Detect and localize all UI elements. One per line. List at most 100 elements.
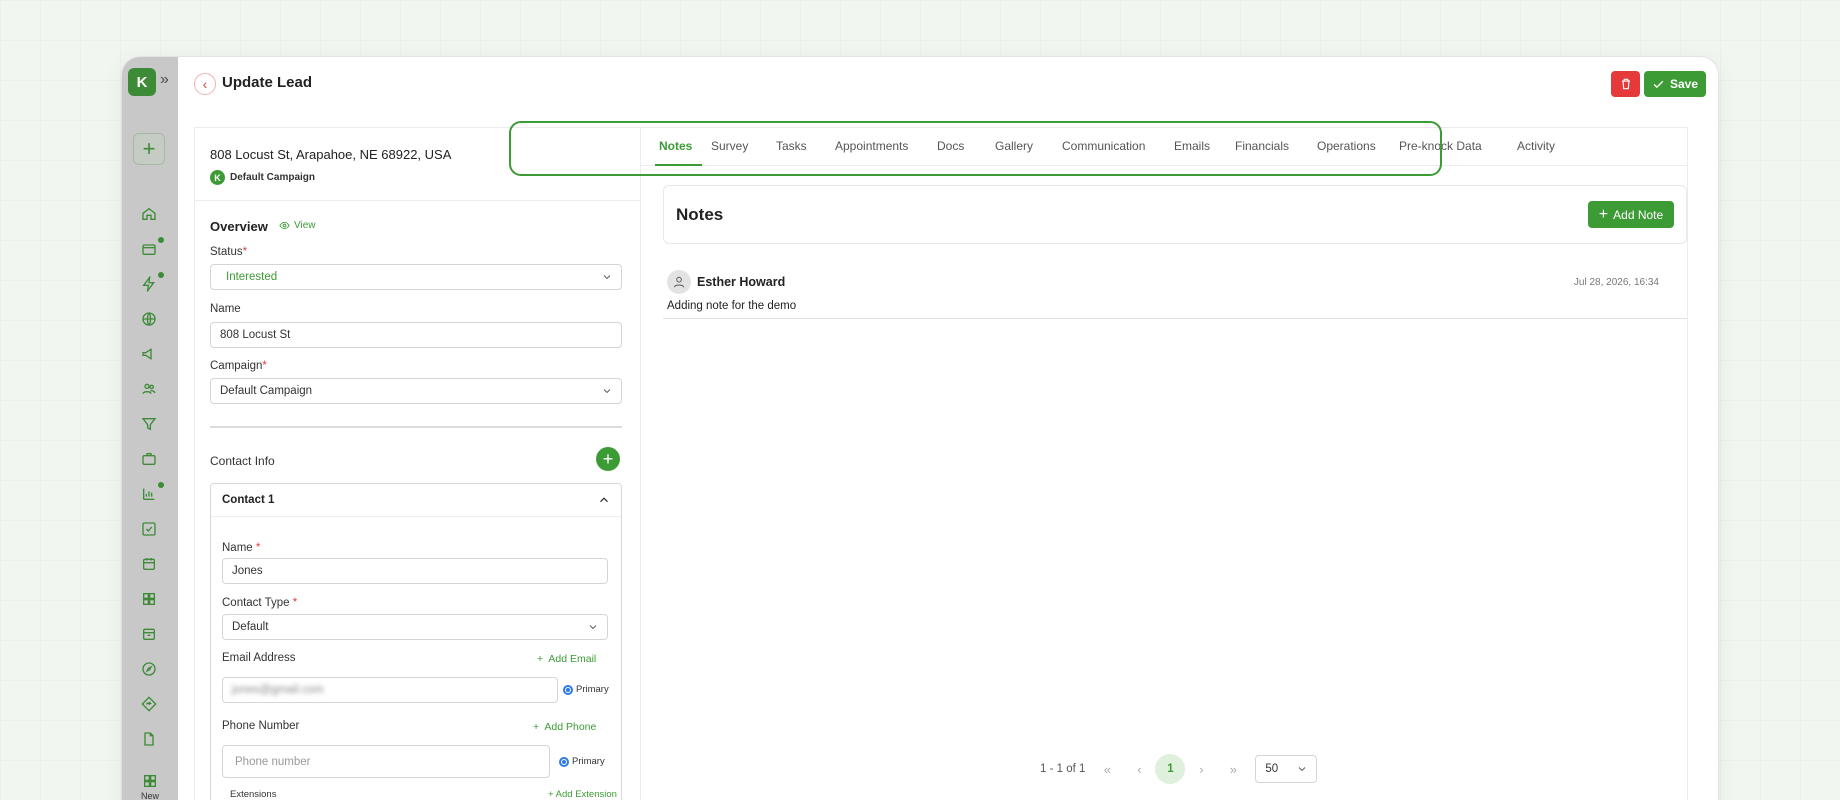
active-tab-indicator [655, 164, 702, 166]
globe-icon[interactable] [139, 309, 159, 329]
campaign-badge-label: Default Campaign [230, 172, 316, 183]
notes-header-card: Notes + Add Note [663, 185, 1687, 244]
phone-primary-radio[interactable]: Primary [559, 756, 605, 767]
nav-rail: K » + New [122, 57, 178, 800]
briefcase-icon[interactable] [139, 449, 159, 469]
apps-icon [144, 775, 156, 787]
first-page-icon[interactable]: « [1091, 762, 1123, 777]
campaign-select[interactable]: Default Campaign [210, 378, 622, 404]
name-input[interactable]: 808 Locust St [210, 322, 622, 348]
contact-title: Contact 1 [222, 494, 275, 506]
notification-dot [158, 272, 164, 278]
page-size-select[interactable]: 50 [1255, 755, 1318, 783]
chart-icon[interactable] [139, 484, 159, 504]
app-window: K » + New ‹ Update Lead Save 808 Locust … [122, 57, 1718, 800]
add-contact-button[interactable]: + [596, 447, 620, 471]
add-note-label: Add Note [1613, 207, 1664, 222]
document-icon[interactable] [139, 729, 159, 749]
page-title: Update Lead [222, 74, 313, 91]
add-extension-link[interactable]: + Add Extension [548, 789, 617, 800]
add-email-link[interactable]: + Add Email [537, 653, 596, 665]
email-input[interactable]: jones@gmail.com [222, 677, 558, 703]
checkbox-icon[interactable] [139, 519, 159, 539]
last-page-icon[interactable]: » [1217, 762, 1249, 777]
compass-icon[interactable] [139, 659, 159, 679]
home-icon[interactable] [139, 204, 159, 224]
page-button[interactable]: 1 [1155, 754, 1186, 784]
prev-page-icon[interactable]: ‹ [1123, 762, 1155, 777]
note-date: Jul 28, 2026, 16:34 [1573, 277, 1659, 288]
contact-card: Contact 1 Name * Jones Contact Type * De… [210, 483, 622, 800]
tab-communication[interactable]: Communication [1062, 139, 1145, 153]
contact-type-select[interactable]: Default [222, 614, 608, 640]
chevron-left-icon: ‹ [202, 76, 208, 92]
view-link[interactable]: View [279, 220, 316, 231]
name-label: Name [210, 303, 241, 315]
megaphone-icon[interactable] [139, 344, 159, 364]
save-button[interactable]: Save [1644, 71, 1706, 97]
contact-type-label: Contact Type * [222, 597, 298, 609]
tab-operations[interactable]: Operations [1317, 139, 1376, 153]
rail-new-button[interactable]: New [136, 773, 164, 800]
phone-label: Phone Number [222, 720, 300, 732]
tab-survey[interactable]: Survey [711, 139, 748, 153]
lightning-icon[interactable] [139, 274, 159, 294]
campaign-label: Campaign* [210, 360, 267, 372]
tab-financials[interactable]: Financials [1235, 139, 1289, 153]
divider [211, 516, 621, 517]
schedule-icon[interactable] [139, 624, 159, 644]
status-label: Status* [210, 246, 248, 258]
notification-dot [158, 482, 164, 488]
email-label: Email Address [222, 652, 296, 664]
expand-rail-icon[interactable]: » [160, 71, 169, 89]
tab-activity[interactable]: Activity [1517, 139, 1555, 153]
tab-tasks[interactable]: Tasks [776, 139, 807, 153]
check-icon [1653, 80, 1664, 88]
tab-pre-knock-data[interactable]: Pre-knock Data [1399, 139, 1482, 153]
primary-label: Primary [572, 756, 605, 767]
rail-new-label: New [140, 791, 159, 800]
tab-emails[interactable]: Emails [1174, 139, 1210, 153]
grid-icon[interactable] [139, 589, 159, 609]
extensions-label: Extensions [230, 789, 277, 800]
users-icon[interactable] [139, 379, 159, 399]
plus-icon: + [1598, 205, 1609, 223]
contact-name-input[interactable]: Jones [222, 558, 608, 584]
app-logo[interactable]: K [128, 68, 156, 96]
wallet-icon[interactable] [139, 239, 159, 259]
lead-address: 808 Locust St, Arapahoe, NE 68922, USA [210, 147, 452, 162]
page-size-value: 50 [1265, 763, 1279, 775]
note-author: Esther Howard [697, 275, 786, 289]
avatar [667, 270, 691, 294]
chevron-down-icon [1296, 763, 1308, 775]
pagination: 1 - 1 of 1 « ‹ 1 › » 50 [1040, 754, 1318, 784]
email-primary-radio[interactable]: Primary [563, 684, 609, 695]
campaign-value: Default Campaign [220, 385, 313, 397]
delete-button[interactable] [1611, 71, 1640, 97]
chevron-down-icon [587, 621, 599, 633]
section-divider [210, 426, 622, 428]
back-button[interactable]: ‹ [194, 73, 216, 95]
rail-add-button[interactable]: + [133, 133, 165, 165]
tab-gallery[interactable]: Gallery [995, 139, 1033, 153]
status-select[interactable]: Interested [210, 264, 622, 290]
campaign-badge: K Default Campaign [210, 170, 315, 185]
contact-info-title: Contact Info [210, 454, 275, 468]
primary-label: Primary [576, 684, 609, 695]
tab-appointments[interactable]: Appointments [835, 139, 908, 153]
email-value: jones@gmail.com [232, 684, 324, 696]
calendar-icon[interactable] [139, 554, 159, 574]
tab-bar: Notes Survey Tasks Appointments Docs Gal… [641, 128, 1687, 166]
next-page-icon[interactable]: › [1185, 762, 1217, 777]
save-label: Save [1669, 77, 1699, 91]
user-icon [673, 276, 685, 288]
tab-docs[interactable]: Docs [937, 139, 964, 153]
add-phone-link[interactable]: + Add Phone [533, 721, 596, 733]
chevron-up-icon[interactable] [597, 493, 611, 512]
lead-details-panel: 808 Locust St, Arapahoe, NE 68922, USA K… [194, 127, 640, 800]
phone-input[interactable]: Phone number [222, 745, 550, 778]
filter-icon[interactable] [139, 414, 159, 434]
directions-icon[interactable] [139, 694, 159, 714]
tab-notes[interactable]: Notes [659, 139, 692, 153]
add-note-button[interactable]: + Add Note [1588, 201, 1674, 228]
